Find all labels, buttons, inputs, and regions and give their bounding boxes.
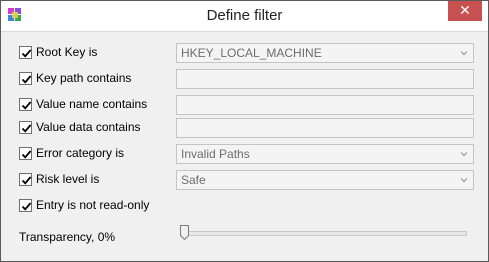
transparency-label: Transparency, 0% [19, 230, 116, 244]
window-title: Define filter [206, 7, 283, 24]
key-path-label: Key path contains [36, 71, 132, 85]
key-path-input[interactable] [176, 69, 474, 89]
chevron-down-icon [460, 178, 468, 183]
checkmark-icon [21, 202, 32, 211]
error-category-label: Error category is [36, 146, 125, 160]
value-name-input[interactable] [176, 95, 474, 115]
transparency-slider-track[interactable] [181, 231, 467, 236]
root-key-label: Root Key is [36, 45, 98, 59]
root-key-value: HKEY_LOCAL_MACHINE [181, 46, 322, 60]
checkmark-icon [21, 150, 32, 159]
value-data-row: Value data contains [19, 118, 475, 138]
checkmark-icon [21, 49, 32, 58]
transparency-slider-thumb[interactable] [180, 225, 189, 240]
risk-level-row: Risk level is Safe [19, 170, 475, 190]
risk-level-select[interactable]: Safe [176, 170, 474, 190]
root-key-row: Root Key is HKEY_LOCAL_MACHINE [19, 43, 475, 63]
key-path-checkbox[interactable] [19, 72, 32, 85]
error-category-value: Invalid Paths [181, 147, 250, 161]
value-name-checkbox[interactable] [19, 98, 32, 111]
chevron-down-icon [460, 51, 468, 56]
error-category-row: Error category is Invalid Paths [19, 144, 475, 164]
not-read-only-row: Entry is not read-only [19, 196, 475, 216]
filter-form: Root Key is HKEY_LOCAL_MACHINE Key path … [9, 32, 482, 255]
not-read-only-label: Entry is not read-only [36, 198, 150, 212]
checkmark-icon [21, 75, 32, 84]
value-data-label: Value data contains [36, 120, 141, 134]
title-bar: Define filter ✕ [1, 1, 488, 32]
error-category-select[interactable]: Invalid Paths [176, 144, 474, 164]
value-data-checkbox[interactable] [19, 121, 32, 134]
close-icon: ✕ [459, 3, 471, 19]
value-data-input[interactable] [176, 118, 474, 138]
value-name-label: Value name contains [36, 97, 148, 111]
checkmark-icon [21, 124, 32, 133]
risk-level-label: Risk level is [36, 172, 100, 186]
checkmark-icon [21, 176, 32, 185]
checkmark-icon [21, 101, 32, 110]
chevron-down-icon [460, 152, 468, 157]
risk-level-value: Safe [181, 173, 206, 187]
define-filter-window: Define filter ✕ Root Key is HKEY_LOCAL_M… [0, 0, 489, 262]
risk-level-checkbox[interactable] [19, 173, 32, 186]
root-key-checkbox[interactable] [19, 46, 32, 59]
root-key-select[interactable]: HKEY_LOCAL_MACHINE [176, 43, 474, 63]
key-path-row: Key path contains [19, 69, 475, 89]
value-name-row: Value name contains [19, 95, 475, 115]
close-button[interactable]: ✕ [448, 1, 482, 21]
not-read-only-checkbox[interactable] [19, 199, 32, 212]
error-category-checkbox[interactable] [19, 147, 32, 160]
